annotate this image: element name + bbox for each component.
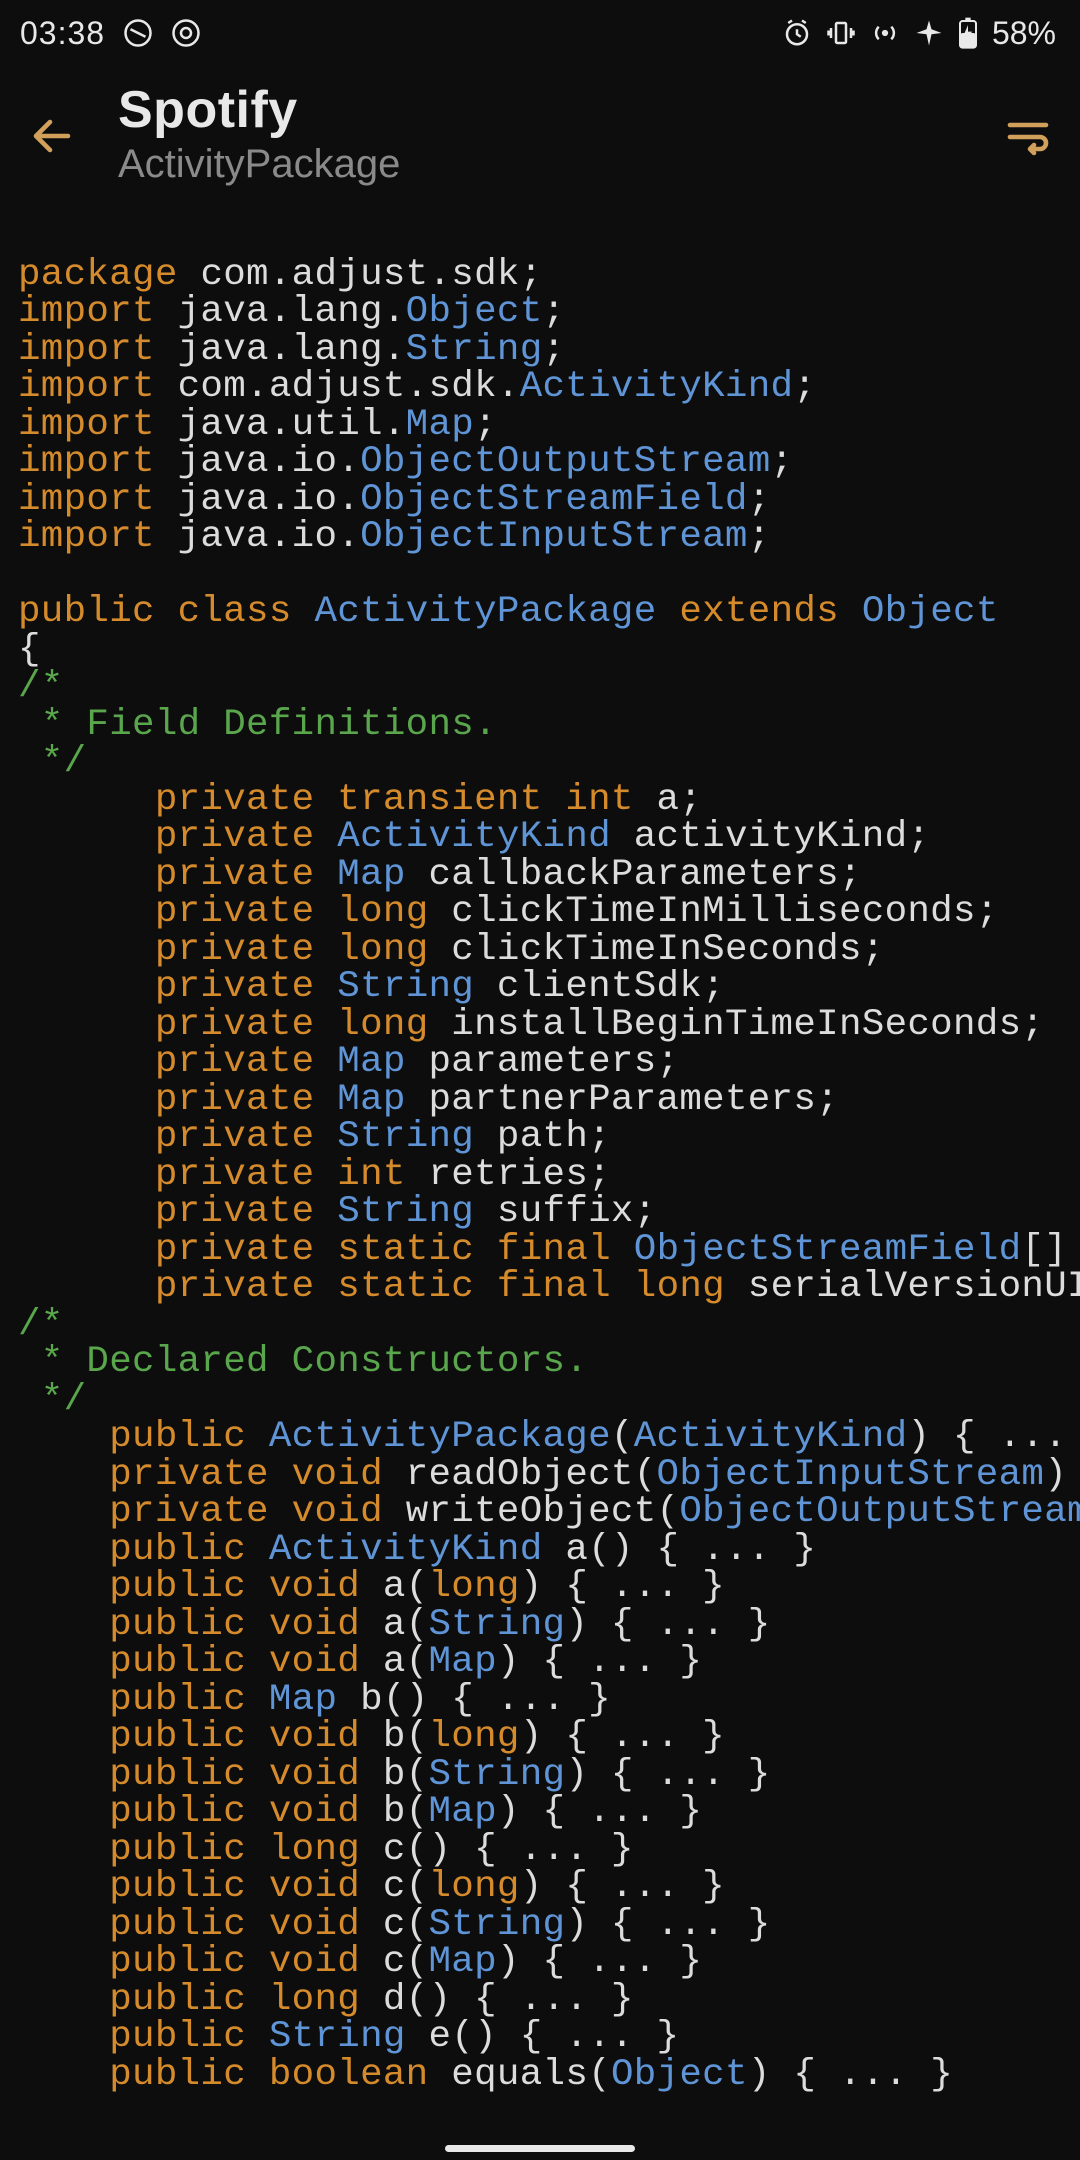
type: String [406, 329, 543, 371]
comment: * Declared Constructors. [18, 1341, 588, 1383]
txt: java.io. [155, 441, 360, 483]
type: ObjectOutputStream [360, 441, 770, 483]
txt: java.lang. [155, 329, 406, 371]
status-left: 03:38 [20, 15, 201, 52]
comment: /* [18, 666, 64, 708]
type: ActivityKind [520, 366, 794, 408]
txt: java.lang. [155, 291, 406, 333]
txt: ; [543, 329, 566, 371]
back-button[interactable] [20, 112, 84, 160]
alarm-icon [782, 18, 812, 48]
txt: { [18, 629, 41, 671]
app-notif-icon-2 [171, 18, 201, 48]
battery-percent: 58% [992, 15, 1056, 52]
vibrate-icon [826, 18, 856, 48]
kw: import [18, 479, 155, 521]
type: ActivityPackage [314, 591, 656, 633]
txt: ; [748, 479, 771, 521]
txt: com.adjust.sdk; [178, 254, 543, 296]
comment: */ [18, 741, 86, 783]
kw: import [18, 404, 155, 446]
type: Object [406, 291, 543, 333]
app-notif-icon-1 [123, 18, 153, 48]
word-wrap-icon [1004, 113, 1052, 161]
kw: import [18, 516, 155, 558]
app-header: Spotify ActivityPackage [0, 66, 1080, 205]
txt: ; [748, 516, 771, 558]
app-subtitle: ActivityPackage [118, 142, 962, 187]
txt: java.io. [155, 516, 360, 558]
kw: import [18, 366, 155, 408]
kw: import [18, 291, 155, 333]
txt: com.adjust.sdk. [155, 366, 520, 408]
comment: * Field Definitions. [18, 704, 497, 746]
txt: ; [543, 291, 566, 333]
txt: ; [793, 366, 816, 408]
kw: public [18, 591, 155, 633]
txt: ; [771, 441, 794, 483]
kw: import [18, 441, 155, 483]
word-wrap-button[interactable] [996, 113, 1060, 161]
status-bar: 03:38 58% [0, 0, 1080, 66]
clock: 03:38 [20, 15, 105, 52]
airplane-mode-icon [914, 18, 944, 48]
app-title: Spotify [118, 80, 962, 140]
battery-icon [958, 17, 978, 49]
header-titles: Spotify ActivityPackage [118, 80, 962, 187]
txt: ; [474, 404, 497, 446]
comment: /* [18, 1304, 64, 1346]
code-view[interactable]: package com.adjust.sdk; import java.lang… [0, 205, 1080, 2094]
home-indicator[interactable] [445, 2145, 635, 2152]
kw: import [18, 329, 155, 371]
type: Map [406, 404, 474, 446]
type: ObjectInputStream [360, 516, 748, 558]
arrow-left-icon [28, 112, 76, 160]
kw: class [178, 591, 292, 633]
txt: java.util. [155, 404, 406, 446]
status-right: 58% [782, 15, 1056, 52]
hotspot-icon [870, 18, 900, 48]
type: Object [862, 591, 999, 633]
txt: java.io. [155, 479, 360, 521]
kw: extends [679, 591, 839, 633]
kw: package [18, 254, 178, 296]
type: ObjectStreamField [360, 479, 748, 521]
comment: */ [18, 1379, 86, 1421]
